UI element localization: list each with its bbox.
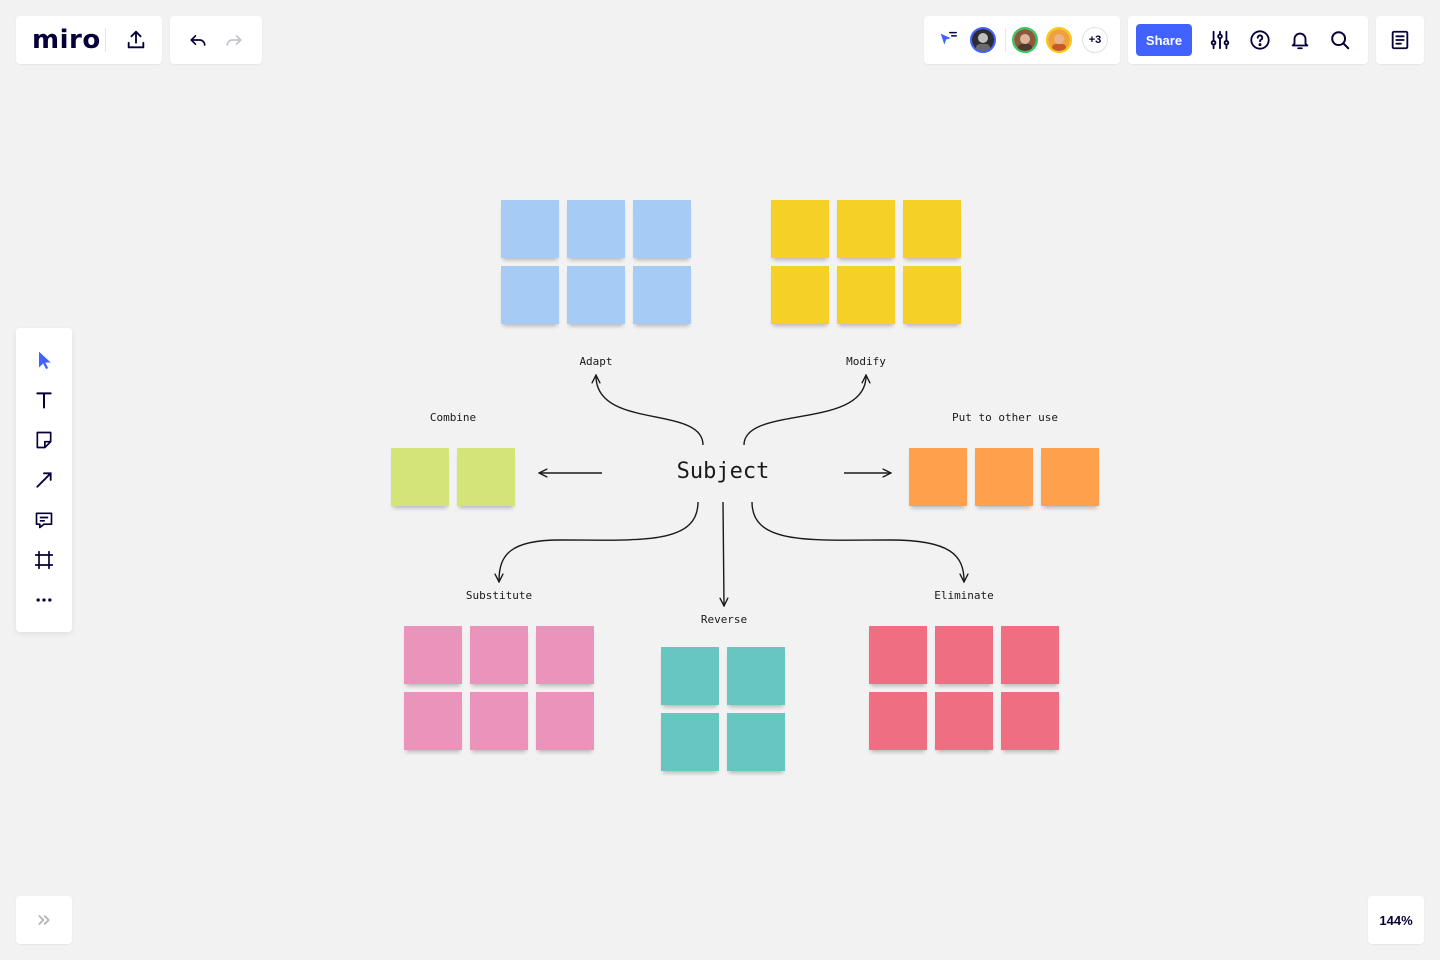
sticky-note[interactable]	[536, 692, 594, 750]
sticky-note[interactable]	[903, 266, 961, 324]
connector-eliminate[interactable]	[751, 501, 964, 581]
sticky-note[interactable]	[837, 200, 895, 258]
connector-substitute[interactable]	[499, 501, 699, 581]
label-put-to-other-use[interactable]: Put to other use	[952, 411, 1058, 424]
label-substitute[interactable]: Substitute	[466, 589, 532, 602]
sticky-note[interactable]	[935, 692, 993, 750]
sticky-note[interactable]	[837, 266, 895, 324]
sticky-note[interactable]	[470, 692, 528, 750]
sticky-note[interactable]	[727, 713, 785, 771]
sticky-note[interactable]	[536, 626, 594, 684]
label-modify[interactable]: Modify	[846, 355, 886, 368]
sticky-note[interactable]	[501, 266, 559, 324]
connector-modify[interactable]	[743, 376, 866, 446]
sticky-note[interactable]	[869, 626, 927, 684]
sticky-note[interactable]	[975, 448, 1033, 506]
sticky-note[interactable]	[903, 200, 961, 258]
label-adapt[interactable]: Adapt	[579, 355, 612, 368]
sticky-note[interactable]	[501, 200, 559, 258]
connector-adapt[interactable]	[596, 376, 704, 446]
sticky-note[interactable]	[771, 200, 829, 258]
sticky-note[interactable]	[404, 626, 462, 684]
label-eliminate[interactable]: Eliminate	[934, 589, 994, 602]
label-combine[interactable]: Combine	[430, 411, 476, 424]
sticky-note[interactable]	[1001, 626, 1059, 684]
sticky-note[interactable]	[771, 266, 829, 324]
subject-text[interactable]: Subject	[677, 459, 770, 484]
sticky-note[interactable]	[633, 266, 691, 324]
sticky-note[interactable]	[567, 266, 625, 324]
sticky-note[interactable]	[457, 448, 515, 506]
sticky-note[interactable]	[391, 448, 449, 506]
sticky-note[interactable]	[869, 692, 927, 750]
sticky-note[interactable]	[633, 200, 691, 258]
label-reverse[interactable]: Reverse	[701, 613, 747, 626]
sticky-note[interactable]	[404, 692, 462, 750]
sticky-note[interactable]	[935, 626, 993, 684]
sticky-note[interactable]	[470, 626, 528, 684]
sticky-note[interactable]	[1001, 692, 1059, 750]
sticky-note[interactable]	[1041, 448, 1099, 506]
sticky-note[interactable]	[727, 647, 785, 705]
connector-reverse[interactable]	[723, 501, 724, 605]
sticky-note[interactable]	[661, 713, 719, 771]
sticky-note[interactable]	[567, 200, 625, 258]
sticky-note[interactable]	[661, 647, 719, 705]
sticky-note[interactable]	[909, 448, 967, 506]
